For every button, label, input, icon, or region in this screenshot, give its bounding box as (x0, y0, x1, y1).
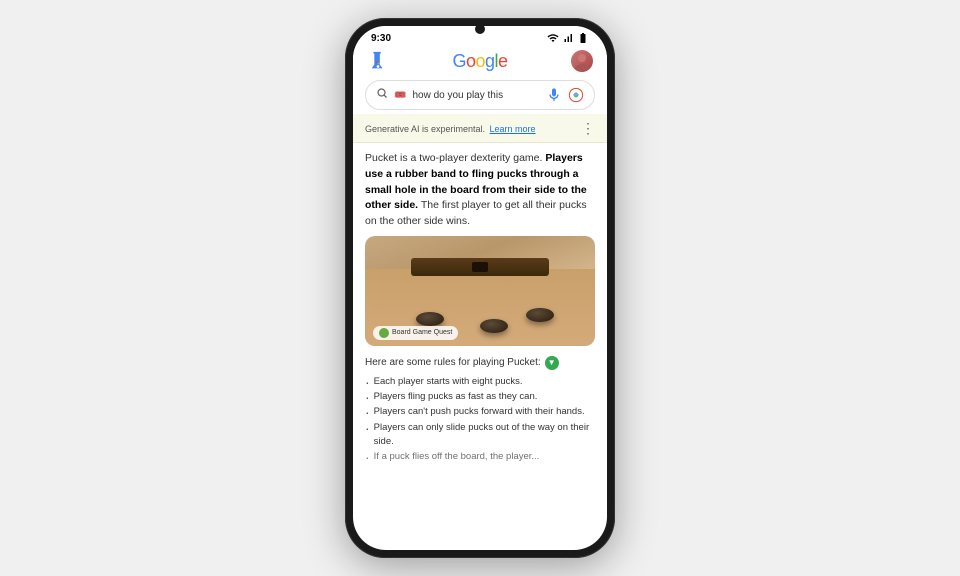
rules-header: Here are some rules for playing Pucket: … (365, 356, 595, 370)
answer-intro: Pucket is a two-player dexterity game. (365, 152, 542, 164)
search-bar[interactable]: 🎟️ how do you play this (365, 80, 595, 110)
search-emoji: 🎟️ (394, 90, 406, 101)
microphone-icon[interactable] (546, 87, 562, 103)
search-query-text: how do you play this (412, 90, 540, 101)
google-logo: Google (452, 51, 507, 72)
source-icon (379, 328, 389, 338)
ai-banner-text: Generative AI is experimental. (365, 124, 485, 134)
labs-icon[interactable] (367, 50, 389, 72)
content-area: Generative AI is experimental. Learn mor… (353, 114, 607, 550)
ai-banner: Generative AI is experimental. Learn mor… (353, 114, 607, 143)
battery-icon (577, 32, 589, 44)
rules-expand-button[interactable]: ▼ (545, 356, 559, 370)
board-wall (411, 258, 549, 276)
game-image[interactable]: Board Game Quest (365, 236, 595, 346)
rules-list: Each player starts with eight pucks. Pla… (365, 375, 595, 465)
signal-icon (562, 32, 574, 44)
answer-text: Pucket is a two-player dexterity game. P… (365, 151, 595, 230)
puck-3 (526, 308, 554, 322)
profile-avatar[interactable] (571, 50, 593, 72)
phone-screen: 9:30 (353, 26, 607, 550)
rules-section: Here are some rules for playing Pucket: … (353, 352, 607, 470)
rule-item-3: Players can't push pucks forward with th… (365, 405, 595, 419)
camera-notch (475, 24, 485, 34)
status-time: 9:30 (371, 33, 391, 44)
answer-block: Pucket is a two-player dexterity game. P… (353, 143, 607, 236)
source-text: Board Game Quest (392, 329, 452, 336)
phone-device: 9:30 (345, 18, 615, 558)
board-hole (472, 262, 488, 272)
rules-title: Here are some rules for playing Pucket: (365, 357, 541, 368)
lens-icon[interactable] (568, 87, 584, 103)
ai-banner-content: Generative AI is experimental. Learn mor… (365, 119, 536, 137)
google-header: Google (353, 46, 607, 76)
image-source-badge: Board Game Quest (373, 326, 458, 340)
rule-item-4: Players can only slide pucks out of the … (365, 421, 595, 450)
puck-1 (416, 312, 444, 326)
ai-banner-menu[interactable]: ⋮ (581, 121, 595, 135)
rule-item-1: Each player starts with eight pucks. (365, 375, 595, 389)
rule-item-5-partial: If a puck flies off the board, the playe… (365, 450, 595, 464)
search-icon (376, 86, 388, 104)
puck-2 (480, 319, 508, 333)
ai-learn-more-link[interactable]: Learn more (490, 124, 536, 134)
status-icons (547, 32, 589, 44)
rule-item-2: Players fling pucks as fast as they can. (365, 390, 595, 404)
wifi-icon (547, 32, 559, 44)
